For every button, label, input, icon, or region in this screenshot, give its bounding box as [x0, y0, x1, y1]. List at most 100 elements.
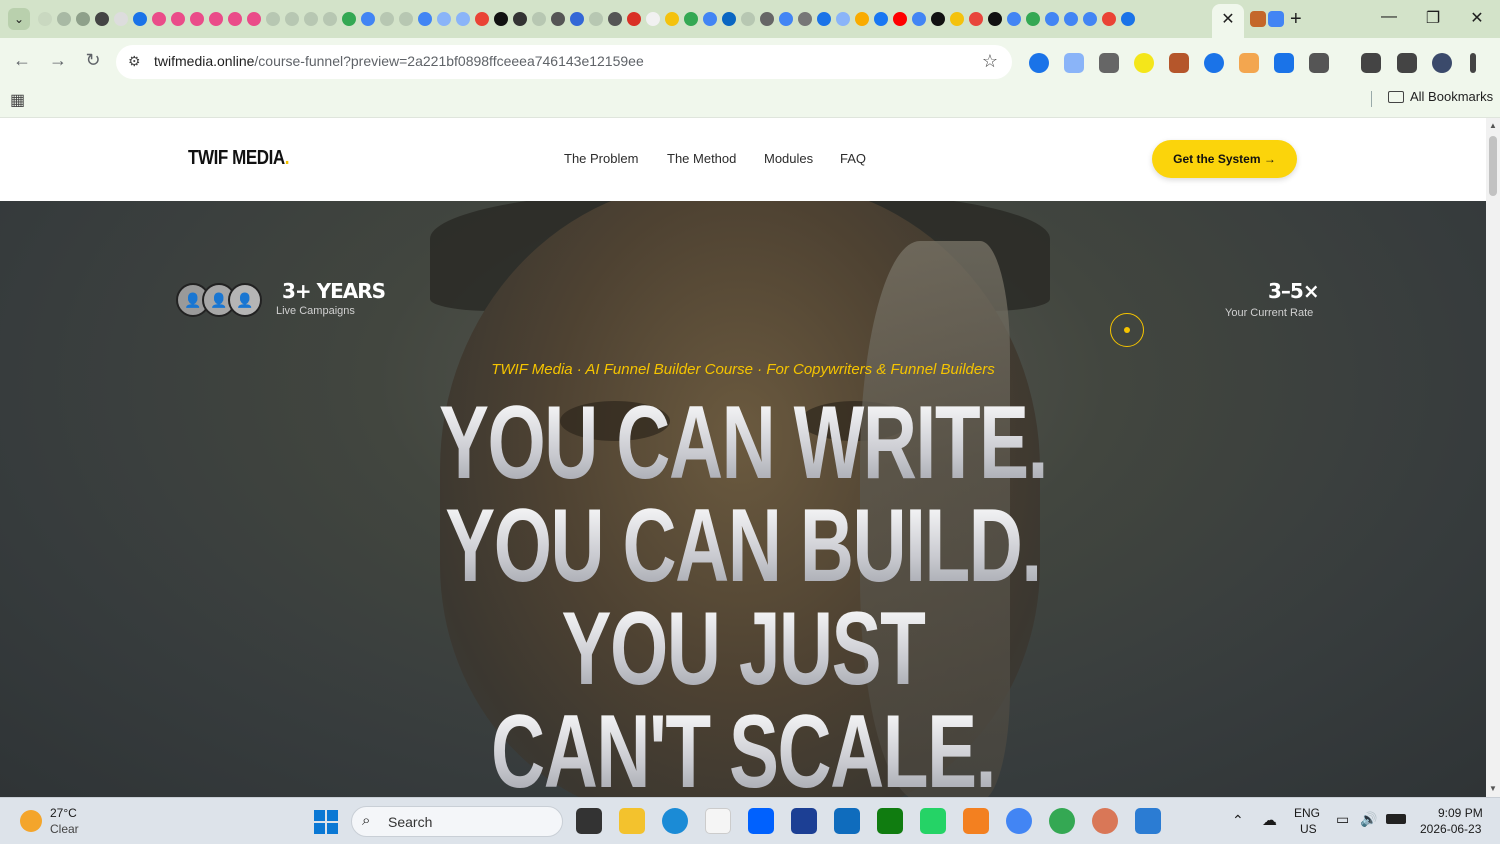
weather-description[interactable]: Clear: [50, 822, 79, 836]
tab-favicon[interactable]: [226, 10, 244, 28]
tab-favicon[interactable]: [1100, 10, 1118, 28]
restore-icon[interactable]: ❐: [1418, 8, 1448, 28]
tab-favicon[interactable]: [1268, 11, 1284, 27]
tab-favicon[interactable]: [777, 10, 795, 28]
tab-favicon[interactable]: [169, 10, 187, 28]
tab-favicon[interactable]: [112, 10, 130, 28]
language-bottom[interactable]: US: [1300, 822, 1317, 836]
site-logo[interactable]: TWIF MEDIA.: [188, 147, 290, 170]
tab-favicon[interactable]: [967, 10, 985, 28]
tab-favicon[interactable]: [245, 10, 263, 28]
tab-favicon[interactable]: [587, 10, 605, 28]
scroll-down-arrow-icon[interactable]: ▼: [1489, 784, 1497, 793]
extension-icon[interactable]: [1274, 53, 1294, 73]
tab-favicon[interactable]: [1005, 10, 1023, 28]
tab-favicon[interactable]: [416, 10, 434, 28]
profile-avatar[interactable]: [1432, 53, 1452, 73]
minimize-icon[interactable]: —: [1374, 8, 1404, 26]
tab-favicon[interactable]: [93, 10, 111, 28]
whatsapp-icon[interactable]: [920, 808, 946, 834]
taskbar-search-box[interactable]: ⌕ Search: [351, 806, 563, 837]
battery-icon[interactable]: [1386, 814, 1406, 824]
grammarly-extension-icon[interactable]: [1169, 53, 1189, 73]
downloads-icon[interactable]: [1361, 53, 1381, 73]
tab-favicon[interactable]: [283, 10, 301, 28]
tab-favicon[interactable]: [207, 10, 225, 28]
tab-favicon[interactable]: [131, 10, 149, 28]
tab-favicon[interactable]: [644, 10, 662, 28]
tab-favicon[interactable]: [815, 10, 833, 28]
cloudflare-icon[interactable]: [963, 808, 989, 834]
scrollbar-thumb[interactable]: [1489, 136, 1497, 196]
tab-favicon[interactable]: [739, 10, 757, 28]
tab-favicon[interactable]: [1043, 10, 1061, 28]
tab-favicon[interactable]: [511, 10, 529, 28]
tab-favicon[interactable]: [74, 10, 92, 28]
nav-link-faq[interactable]: FAQ: [840, 151, 866, 166]
tab-favicon[interactable]: [872, 10, 890, 28]
tab-favicon[interactable]: [492, 10, 510, 28]
tab-favicon[interactable]: [606, 10, 624, 28]
tab-favicon[interactable]: [758, 10, 776, 28]
back-arrow-icon[interactable]: ←: [10, 50, 34, 71]
tab-favicon[interactable]: [834, 10, 852, 28]
tab-favicon[interactable]: [1062, 10, 1080, 28]
tab-favicon[interactable]: [891, 10, 909, 28]
site-settings-icon[interactable]: ⚙: [128, 53, 141, 70]
tab-favicon[interactable]: [568, 10, 586, 28]
all-bookmarks-button[interactable]: All Bookmarks: [1388, 89, 1493, 104]
weather-moon-icon[interactable]: [20, 810, 42, 832]
tab-favicon[interactable]: [340, 10, 358, 28]
tab-favicon[interactable]: [625, 10, 643, 28]
tab-favicon[interactable]: [796, 10, 814, 28]
tab-favicon[interactable]: [150, 10, 168, 28]
task-view-icon[interactable]: [576, 808, 602, 834]
url-text[interactable]: twifmedia.online/course-funnel?preview=2…: [154, 53, 644, 69]
tab-favicon[interactable]: [302, 10, 320, 28]
extension-icon[interactable]: [1239, 53, 1259, 73]
tab-favicon[interactable]: [55, 10, 73, 28]
reload-icon[interactable]: ↻: [81, 50, 105, 71]
nav-link-the-method[interactable]: The Method: [667, 151, 736, 166]
clock-time[interactable]: 9:09 PM: [1438, 806, 1483, 820]
apps-grid-icon[interactable]: ▦: [10, 90, 25, 110]
tab-favicon[interactable]: [321, 10, 339, 28]
extension-icon[interactable]: [1064, 53, 1084, 73]
tab-favicon[interactable]: [986, 10, 1004, 28]
new-tab-plus-icon[interactable]: +: [1290, 8, 1302, 31]
amazon-app-icon[interactable]: [705, 808, 731, 834]
volume-icon[interactable]: 🔊: [1360, 811, 1377, 828]
claude-app-icon[interactable]: [1092, 808, 1118, 834]
nav-link-the-problem[interactable]: The Problem: [564, 151, 638, 166]
language-top[interactable]: ENG: [1294, 806, 1320, 820]
show-hidden-icons-chevron[interactable]: ⌃: [1232, 812, 1244, 829]
weather-temperature[interactable]: 27°C: [50, 806, 77, 820]
extension-icon[interactable]: [1029, 53, 1049, 73]
extension-icon[interactable]: [1134, 53, 1154, 73]
tab-favicon[interactable]: [397, 10, 415, 28]
dropbox-icon[interactable]: [748, 808, 774, 834]
tab-favicon[interactable]: [701, 10, 719, 28]
tab-favicon[interactable]: [1024, 10, 1042, 28]
tab-favicon[interactable]: [435, 10, 453, 28]
tab-favicon[interactable]: [682, 10, 700, 28]
tab-favicon[interactable]: [188, 10, 206, 28]
scroll-up-arrow-icon[interactable]: ▲: [1489, 121, 1497, 130]
get-the-system-button[interactable]: Get the System →: [1152, 140, 1297, 178]
bookmark-star-icon[interactable]: ☆: [982, 51, 998, 72]
page-scrollbar[interactable]: ▲ ▼: [1486, 118, 1500, 797]
media-control-icon[interactable]: [1397, 53, 1417, 73]
clock-date[interactable]: 2026-06-23: [1420, 822, 1481, 836]
tab-favicon[interactable]: [910, 10, 928, 28]
bold-app-icon[interactable]: [791, 808, 817, 834]
tab-favicon[interactable]: [663, 10, 681, 28]
address-bar[interactable]: ⚙ twifmedia.online/course-funnel?preview…: [116, 45, 1012, 79]
onedrive-cloud-icon[interactable]: ☁: [1262, 811, 1277, 829]
tab-search-chevron-icon[interactable]: ⌄: [8, 8, 30, 30]
windows-start-icon[interactable]: [314, 810, 338, 834]
tab-favicon[interactable]: [1119, 10, 1137, 28]
tab-favicon[interactable]: [36, 10, 54, 28]
nav-link-modules[interactable]: Modules: [764, 151, 813, 166]
window-close-icon[interactable]: ✕: [1462, 8, 1492, 28]
extension-icon[interactable]: [1204, 53, 1224, 73]
